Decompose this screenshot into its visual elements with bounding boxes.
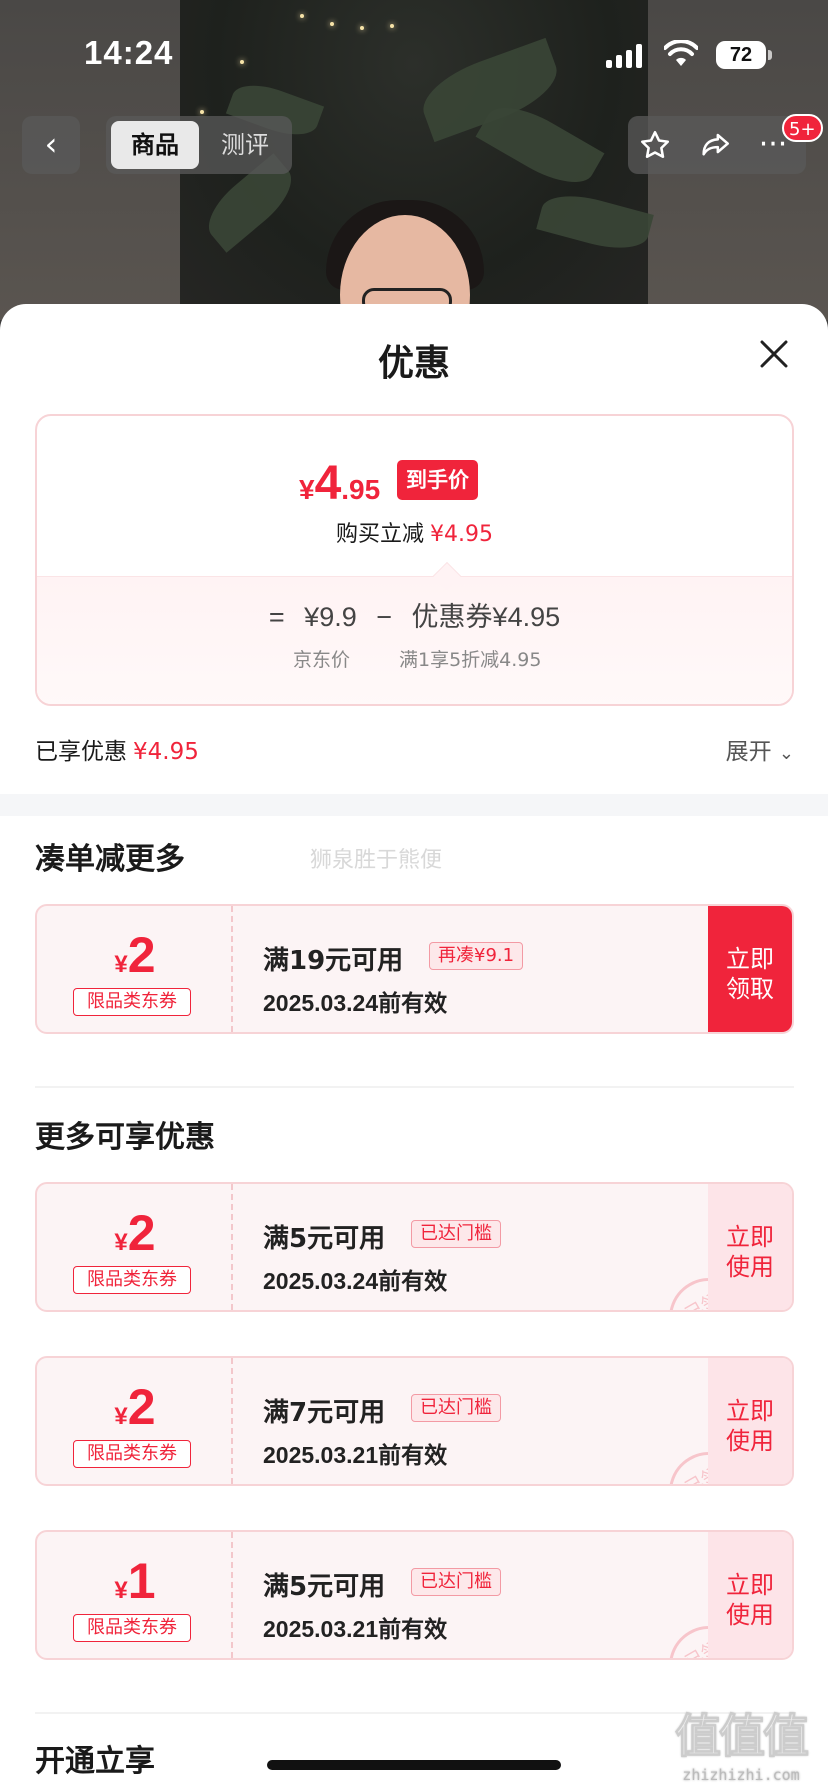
chevron-left-icon: ‹ (44, 125, 58, 163)
final-price: ¥4.95 (299, 457, 381, 510)
coupon-type-tag: 限品类东券 (73, 1440, 191, 1468)
coupon-condition: 满7元可用 (263, 1398, 386, 1428)
coupon-amount: ¥1 (114, 1553, 156, 1609)
wifi-icon (664, 40, 698, 66)
tab-review[interactable]: 测评 (204, 121, 286, 169)
site-watermark: 值值值 zhizhizhi.com (675, 1709, 810, 1785)
coupon-chip: 再凑¥9.1 (429, 942, 524, 970)
section-title-available: 更多可享优惠 (35, 1120, 215, 1155)
coupon-expiry: 2025.03.24前有效 (263, 1268, 448, 1294)
collect-coupon-button[interactable]: 立即 领取 (708, 906, 792, 1032)
back-button[interactable]: ‹ (22, 116, 80, 174)
price-summary-card: ¥4.95 到手价 购买立减 ¥4.95 = ¥9.9 − 优惠券¥4.95 京东… (35, 414, 794, 706)
coupon-condition: 满19元可用 (263, 946, 404, 976)
coupon-card: ¥2 限品类东券 满19元可用 再凑¥9.1 2025.03.24前有效 立即领… (35, 904, 794, 1034)
action-buttons: ··· (628, 116, 806, 174)
star-icon (640, 130, 670, 159)
sheet-title: 优惠 (377, 343, 450, 384)
expand-button[interactable]: 展开 ⌄ (726, 732, 794, 766)
signal-icon (606, 44, 642, 68)
coupon-expiry: 2025.03.21前有效 (263, 1616, 448, 1642)
coupon-amount: ¥2 (114, 927, 156, 983)
coupon-chip: 已达门槛 (411, 1568, 501, 1596)
section-divider (0, 794, 828, 816)
coupon-caption: 满1享5折减4.95 (399, 649, 542, 671)
close-icon[interactable] (754, 334, 794, 374)
coupon-card: ¥2 限品类东券 满5元可用 已达门槛 2025.03.24前有效 已领 立即使… (35, 1182, 794, 1312)
nav-bar: ‹ 商品 测评 ··· 5+ (0, 114, 828, 176)
coupon-card: ¥1 限品类东券 满5元可用 已达门槛 2025.03.21前有效 已领 立即使… (35, 1530, 794, 1660)
coupon-expiry: 2025.03.21前有效 (263, 1442, 448, 1468)
base-price: ¥9.9 (304, 602, 357, 632)
watermark-text: 狮泉胜于熊便 (310, 848, 443, 873)
base-price-caption: 京东价 (293, 649, 351, 671)
use-coupon-button[interactable]: 立即 使用 (708, 1532, 792, 1658)
savings-label: 已享优惠 ¥4.95 (35, 739, 199, 765)
coupon-amount: ¥2 (114, 1205, 156, 1261)
divider (35, 1086, 794, 1088)
battery-icon: 72 (716, 41, 772, 69)
favorite-button[interactable] (634, 124, 676, 166)
instant-reduction: 购买立减 ¥4.95 (336, 522, 493, 547)
coupon-amount: ¥2 (114, 1379, 156, 1435)
status-bar: 14:24 72 (0, 34, 828, 78)
coupon-card: ¥2 限品类东券 满7元可用 已达门槛 2025.03.21前有效 已领 立即使… (35, 1356, 794, 1486)
discount-sheet: 优惠 ¥4.95 到手价 购买立减 ¥4.95 = ¥9.9 − 优惠券¥4.95… (0, 304, 828, 1792)
coupon-chip: 已达门槛 (411, 1220, 501, 1248)
share-button[interactable] (694, 124, 736, 166)
savings-row: 已享优惠 ¥4.95 展开 ⌄ (35, 728, 794, 768)
final-price-tag: 到手价 (397, 460, 478, 500)
coupon-condition: 满5元可用 (263, 1224, 386, 1254)
coupon-type-tag: 限品类东券 (73, 1266, 191, 1294)
use-coupon-button[interactable]: 立即 使用 (708, 1358, 792, 1484)
status-time: 14:24 (84, 34, 174, 71)
use-coupon-button[interactable]: 立即 使用 (708, 1184, 792, 1310)
notification-badge: 5+ (782, 114, 823, 142)
coupon-expiry: 2025.03.24前有效 (263, 990, 448, 1016)
section-title-more-discount: 凑单减更多 (35, 842, 185, 877)
share-icon (702, 133, 730, 156)
coupon-type-tag: 限品类东券 (73, 1614, 191, 1642)
home-indicator[interactable] (267, 1760, 561, 1770)
section-title-membership: 开通立享 (35, 1744, 155, 1779)
coupon-condition: 满5元可用 (263, 1572, 386, 1602)
tab-group: 商品 测评 (106, 116, 292, 174)
coupon-type-tag: 限品类东券 (73, 988, 191, 1016)
tab-product[interactable]: 商品 (111, 121, 199, 169)
chevron-down-icon: ⌄ (778, 743, 794, 764)
price-formula: = ¥9.9 − 优惠券¥4.95 京东价 满1享5折减4.95 (37, 576, 792, 704)
coupon-deduction: 优惠券¥4.95 (411, 602, 561, 632)
coupon-chip: 已达门槛 (411, 1394, 501, 1422)
